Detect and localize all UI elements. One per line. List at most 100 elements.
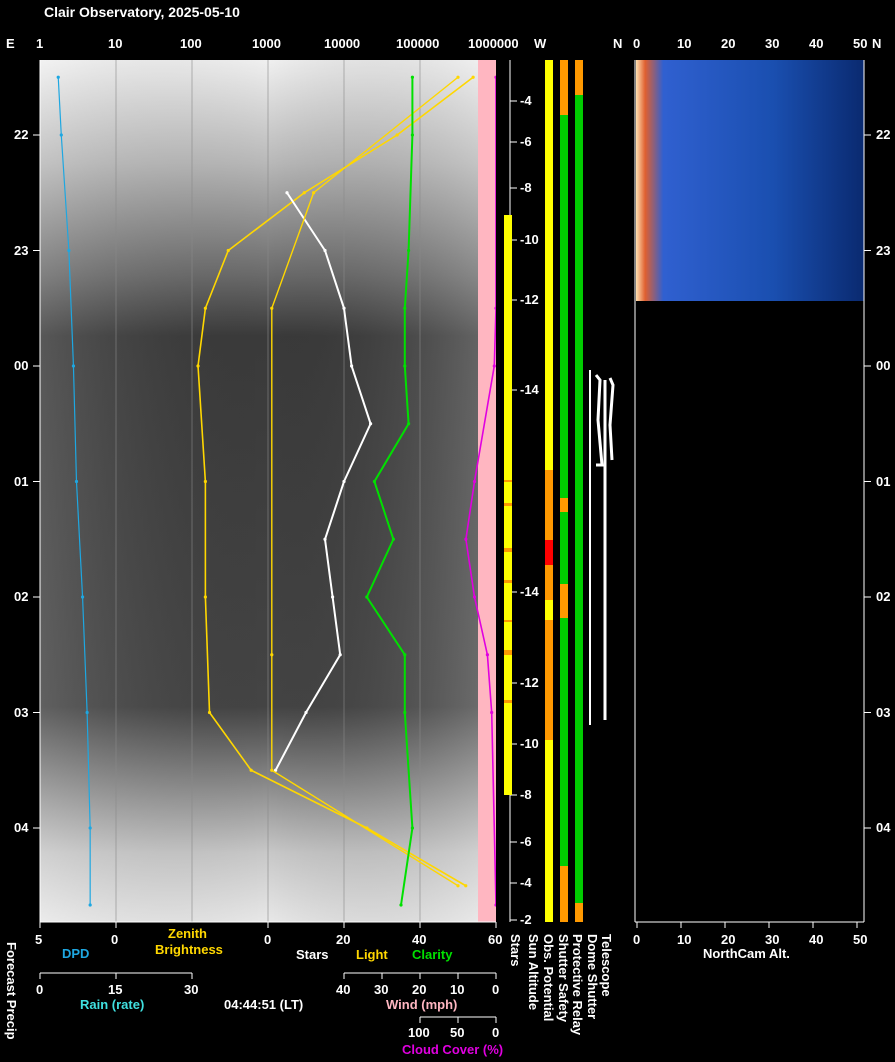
stars-line-point bbox=[304, 710, 308, 715]
telescope-trace bbox=[589, 370, 615, 725]
time-label-left: 01 bbox=[14, 473, 29, 489]
clarity-line-point bbox=[372, 479, 376, 484]
dpd-line-point bbox=[88, 903, 92, 907]
sun-altitude-label: -10 bbox=[520, 232, 539, 247]
main-tick-label: 40 bbox=[412, 932, 427, 947]
clarity-line-point bbox=[407, 248, 411, 253]
northcam-image bbox=[636, 60, 864, 301]
sun-altitude-label: -8 bbox=[520, 180, 532, 195]
clarity-line-point bbox=[403, 653, 407, 657]
status-column-label: Sun Altitude bbox=[526, 934, 541, 1011]
rain-label: Rain (rate) bbox=[80, 997, 145, 1012]
stars-line-point bbox=[338, 653, 342, 657]
cam-top-tick-label: 20 bbox=[721, 36, 736, 51]
brightness-tick-label: 100 bbox=[180, 36, 202, 51]
cam-bottom-tick-label: 50 bbox=[853, 932, 868, 947]
status-column-label: Obs. Potential bbox=[541, 934, 556, 1022]
cam-top-tick-label: 0 bbox=[633, 36, 641, 51]
clarity-line-point bbox=[391, 537, 395, 541]
dpd-line-point bbox=[59, 133, 63, 137]
brightness-line-point bbox=[203, 306, 207, 310]
dpd-line-point bbox=[56, 75, 60, 79]
stars-status-warn bbox=[504, 503, 512, 506]
status-bar-segment bbox=[560, 618, 568, 866]
footer-time: 04:44:51 (LT) bbox=[224, 997, 304, 1012]
brightness-line-point bbox=[249, 768, 253, 772]
dpd-line-point bbox=[67, 248, 71, 253]
light-line-point bbox=[270, 306, 274, 310]
cloud-line-point bbox=[472, 479, 477, 484]
brightness-line-point bbox=[203, 595, 207, 599]
status-bar-segment bbox=[545, 470, 553, 600]
clarity-line-point bbox=[410, 826, 414, 830]
brightness-line-point bbox=[471, 75, 475, 79]
time-label-left: 22 bbox=[14, 127, 29, 142]
clarity-line-point bbox=[410, 75, 414, 79]
light-line-point bbox=[270, 653, 274, 657]
sun-altitude-label: -4 bbox=[520, 93, 532, 108]
brightness-line-point bbox=[464, 884, 468, 888]
time-label-right: 22 bbox=[876, 127, 891, 142]
sun-altitude-label: -4 bbox=[520, 875, 532, 890]
time-label-right: 03 bbox=[876, 704, 891, 720]
cam-top-tick-label: 50 bbox=[853, 36, 868, 51]
brightness-tick-label: 1000 bbox=[252, 36, 281, 51]
clarity-line-point bbox=[403, 710, 407, 715]
sun-altitude-label: -12 bbox=[520, 292, 539, 307]
cloud-label: Cloud Cover (%) bbox=[402, 1042, 504, 1057]
clarity-label: Clarity bbox=[412, 947, 453, 962]
clarity-line-point bbox=[399, 903, 403, 907]
stars-line-point bbox=[350, 364, 354, 368]
chart-title: Clair Observatory, 2025-05-10 bbox=[44, 4, 240, 20]
forecast-precip-label: Forecast Precip bbox=[4, 942, 19, 1040]
status-column-label: Telescope bbox=[599, 934, 614, 997]
cloud-tick-label: 0 bbox=[492, 1025, 500, 1040]
telescope-trace-3 bbox=[608, 377, 615, 461]
status-column-label: Protective Relay bbox=[570, 934, 585, 1036]
northcam-label: NorthCam Alt. bbox=[703, 946, 790, 961]
dpd-line-point bbox=[74, 479, 79, 484]
cam-bottom-tick-label: 30 bbox=[765, 932, 780, 947]
cloud-line-point bbox=[490, 710, 494, 715]
cloud-line-point bbox=[464, 537, 468, 541]
brightness-line-point bbox=[395, 133, 399, 137]
light-line-point bbox=[270, 768, 274, 772]
cloud-tick-label: 50 bbox=[450, 1025, 465, 1040]
cam-bottom-tick-label: 40 bbox=[809, 932, 824, 947]
time-label-left: 23 bbox=[14, 242, 29, 258]
wind-tick-label: 10 bbox=[450, 982, 465, 997]
stars-line-point bbox=[342, 306, 346, 310]
stars-status-warn bbox=[504, 580, 512, 583]
clarity-line-point bbox=[365, 595, 369, 599]
cam-bottom-tick-label: 0 bbox=[633, 932, 641, 947]
wind-label: Wind (mph) bbox=[386, 997, 458, 1012]
dpd-label: DPD bbox=[62, 946, 90, 961]
status-bar-segment bbox=[575, 95, 583, 903]
dpd-tick-0: 0 bbox=[111, 932, 119, 947]
brightness-line-point bbox=[226, 248, 230, 253]
dpd-line-point bbox=[85, 710, 89, 715]
stars-line-point bbox=[285, 191, 289, 195]
compass-n-cam: N bbox=[872, 36, 882, 51]
clarity-line-point bbox=[403, 364, 407, 368]
clarity-line-point bbox=[410, 133, 414, 137]
wind-tick-label: 0 bbox=[492, 982, 500, 997]
clarity-line-point bbox=[407, 422, 411, 426]
brightness-tick-label: 100000 bbox=[396, 36, 440, 51]
main-tick-label: 20 bbox=[336, 932, 351, 947]
time-label-left: 02 bbox=[14, 589, 29, 604]
cam-top-tick-label: 30 bbox=[765, 36, 780, 51]
compass-n-status: N bbox=[613, 36, 623, 51]
cam-bottom-tick-label: 10 bbox=[677, 932, 692, 947]
time-label-left: 04 bbox=[14, 820, 29, 835]
stars-label: Stars bbox=[296, 947, 329, 962]
cam-bottom-tick-label: 20 bbox=[721, 932, 736, 947]
brightness-tick-label: 1000000 bbox=[468, 36, 519, 51]
status-column-label: Shutter Safety bbox=[556, 934, 571, 1023]
light-line-point bbox=[456, 884, 460, 888]
stars-status-warn bbox=[504, 548, 512, 552]
cloud-line-point bbox=[485, 653, 489, 657]
time-label-right: 02 bbox=[876, 589, 891, 604]
wind-tick-label: 40 bbox=[336, 982, 351, 997]
status-bar-segment bbox=[545, 620, 553, 740]
